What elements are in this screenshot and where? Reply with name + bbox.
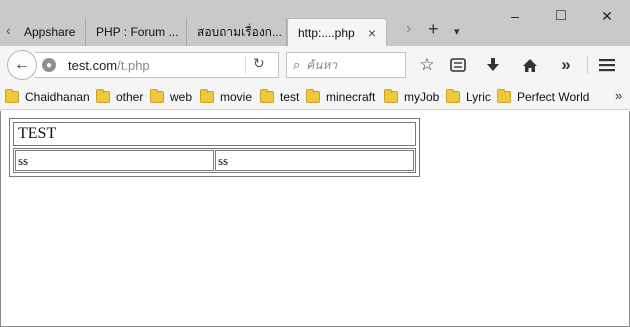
- tab-scroll-left-icon[interactable]: ‹: [6, 22, 11, 38]
- search-placeholder: ค้นหา: [306, 57, 338, 72]
- close-tab-icon[interactable]: ×: [362, 25, 376, 41]
- search-icon: ⌕: [293, 57, 301, 72]
- bookmark-label: web: [170, 90, 193, 104]
- tab-php-forum[interactable]: PHP : Forum ...: [86, 18, 187, 46]
- tab-label: http:....php: [298, 25, 355, 40]
- download-icon[interactable]: [482, 55, 504, 75]
- bookmark-folder-test[interactable]: test: [260, 89, 299, 105]
- toolbar-divider: [587, 56, 588, 74]
- back-button[interactable]: ←: [7, 50, 37, 80]
- bookmark-folder-perfect-world[interactable]: Perfect World: [497, 89, 589, 105]
- folder-icon: [200, 89, 214, 103]
- bookmark-label: myJob: [404, 90, 440, 104]
- url-divider: [245, 56, 246, 74]
- minimize-icon[interactable]: –: [492, 5, 538, 27]
- tab-label: สอบถามเรื่องก...: [197, 24, 282, 39]
- bookmarks-toolbar: Chaidhanan other web movie test minecraf…: [0, 84, 630, 110]
- bookmark-label: test: [280, 90, 300, 104]
- tab-strip: ‹ Appshare PHP : Forum ... สอบถามเรื่องก…: [0, 0, 630, 46]
- bookmark-label: Lyric: [466, 90, 491, 104]
- navigation-toolbar: ● test.com/t.php ↻ ← ⌕ ค้นหา ☆ »: [0, 46, 630, 84]
- folder-icon: [150, 89, 164, 103]
- globe-icon: ●: [42, 58, 56, 72]
- tab-active-http[interactable]: http:....php ×: [287, 18, 387, 46]
- folder-icon: [5, 89, 19, 103]
- folder-icon: [260, 89, 274, 103]
- folder-icon: [306, 89, 320, 103]
- bookmark-folder-minecraft[interactable]: minecraft: [306, 89, 375, 105]
- bookmark-folder-other[interactable]: other: [96, 89, 143, 105]
- new-tab-icon[interactable]: +: [428, 19, 439, 40]
- url-text[interactable]: test.com/t.php: [68, 58, 150, 73]
- hamburger-menu-icon[interactable]: [596, 55, 618, 75]
- url-host: test.com: [68, 57, 118, 73]
- folder-icon: [497, 89, 511, 103]
- overflow-chevron-icon[interactable]: »: [555, 55, 577, 75]
- reading-list-icon[interactable]: [447, 55, 469, 75]
- tab-label: PHP : Forum ...: [96, 25, 179, 39]
- folder-icon: [446, 89, 460, 103]
- outer-table: TEST ss ss: [9, 118, 420, 177]
- bookmark-folder-lyric[interactable]: Lyric: [446, 89, 491, 105]
- table-cell: ss: [15, 150, 214, 171]
- url-path: /t.php: [117, 57, 150, 73]
- folder-icon: [96, 89, 110, 103]
- bookmark-folder-myjob[interactable]: myJob: [384, 89, 439, 105]
- bookmark-folder-movie[interactable]: movie: [200, 89, 252, 105]
- window-close-icon[interactable]: ✕: [584, 5, 630, 27]
- home-icon[interactable]: [519, 55, 541, 75]
- bookmark-label: other: [116, 90, 144, 104]
- bookmark-label: Chaidhanan: [25, 90, 90, 104]
- bookmarks-overflow-icon[interactable]: »: [615, 88, 622, 103]
- bookmark-label: movie: [220, 90, 253, 104]
- search-input[interactable]: ⌕ ค้นหา: [286, 52, 406, 78]
- tab-appshare[interactable]: Appshare: [14, 18, 86, 46]
- bookmark-label: Perfect World: [517, 90, 590, 104]
- tab-scroll-right-icon[interactable]: ›: [406, 20, 411, 38]
- bookmark-folder-chaidhanan[interactable]: Chaidhanan: [5, 89, 90, 105]
- folder-icon: [384, 89, 398, 103]
- url-bar[interactable]: ● test.com/t.php ↻: [35, 52, 279, 78]
- reload-icon[interactable]: ↻: [253, 55, 265, 72]
- table-title-cell: TEST: [13, 122, 416, 146]
- inner-table: ss ss: [13, 148, 416, 173]
- tab-thai-question[interactable]: สอบถามเรื่องก...: [187, 18, 287, 46]
- list-all-tabs-icon[interactable]: ▾: [454, 25, 460, 38]
- star-icon[interactable]: ☆: [416, 55, 438, 75]
- bookmark-label: minecraft: [326, 90, 376, 104]
- page-content: TEST ss ss: [0, 111, 630, 327]
- tab-label: Appshare: [24, 25, 76, 39]
- maximize-icon[interactable]: □: [538, 5, 584, 27]
- table-cell: ss: [215, 150, 414, 171]
- bookmark-folder-web[interactable]: web: [150, 89, 192, 105]
